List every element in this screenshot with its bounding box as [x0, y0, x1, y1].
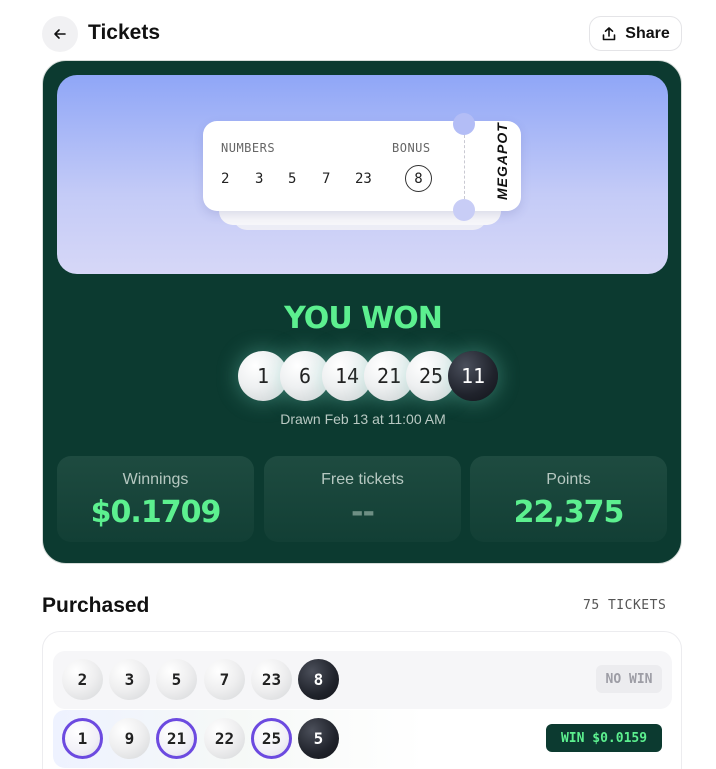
drawn-numbers: 1 6 14 21 25 11 [238, 351, 498, 401]
page-title: Tickets [88, 21, 160, 44]
stat-points: Points 22,375 [470, 456, 667, 542]
ticket-hero: NUMBERS BONUS 2 3 5 7 23 8 MEGAPOT [57, 75, 668, 274]
win-summary-card: NUMBERS BONUS 2 3 5 7 23 8 MEGAPOT YOU W… [42, 60, 682, 564]
ticket-ball: 5 [156, 659, 197, 700]
drawn-bonus-ball: 11 [448, 351, 498, 401]
ticket-ball: 7 [204, 659, 245, 700]
stat-value: 22,375 [513, 495, 625, 530]
purchased-tickets-list: 2 3 5 7 23 8 NO WIN 1 9 21 22 25 5 WIN $… [42, 631, 682, 769]
share-icon [602, 26, 616, 40]
ticket-bonus-ball: 5 [298, 718, 339, 759]
ticket-ball: 9 [109, 718, 150, 759]
ticket-notch [453, 113, 475, 135]
ticket-number: 23 [355, 171, 372, 187]
megapot-logo: MEGAPOT [494, 122, 510, 200]
draw-date: Drawn Feb 13 at 11:00 AM [280, 411, 446, 427]
stat-winnings: Winnings $0.1709 [57, 456, 254, 542]
ticket-number: 5 [288, 171, 297, 187]
stat-value: $0.1709 [90, 495, 222, 530]
ticket-row[interactable]: 2 3 5 7 23 8 NO WIN [53, 651, 672, 709]
hero-ticket: NUMBERS BONUS 2 3 5 7 23 8 MEGAPOT [203, 113, 521, 221]
ticket-ball: 23 [251, 659, 292, 700]
ticket-ball-matched: 25 [251, 718, 292, 759]
ticket-ball: 22 [204, 718, 245, 759]
arrow-left-icon [54, 29, 66, 39]
stat-value: -- [351, 495, 375, 530]
ticket-bonus-number: 8 [405, 165, 432, 192]
share-label: Share [625, 24, 670, 42]
ticket-number: 2 [221, 171, 230, 187]
numbers-label: NUMBERS [221, 141, 276, 155]
ticket-ball-matched: 21 [156, 718, 197, 759]
stat-label: Points [546, 471, 591, 488]
you-won-headline: YOU WON [284, 301, 443, 336]
purchased-heading: Purchased [42, 594, 150, 617]
ticket-ball: 3 [109, 659, 150, 700]
ticket-ball-matched: 1 [62, 718, 103, 759]
ticket-bonus-ball: 8 [298, 659, 339, 700]
stat-label: Free tickets [321, 471, 404, 488]
ticket-number: 3 [255, 171, 264, 187]
back-button[interactable] [42, 16, 78, 52]
bonus-label: BONUS [392, 141, 431, 155]
stat-free-tickets: Free tickets -- [264, 456, 461, 542]
win-badge: WIN $0.0159 [546, 724, 662, 752]
ticket-ball: 2 [62, 659, 103, 700]
ticket-perforation [464, 135, 465, 199]
no-win-badge: NO WIN [596, 665, 662, 693]
ticket-row[interactable]: 1 9 21 22 25 5 WIN $0.0159 [53, 710, 672, 768]
ticket-number: 7 [322, 171, 331, 187]
share-button[interactable]: Share [589, 16, 682, 51]
page-header: Tickets Share [42, 16, 682, 52]
ticket-notch [453, 199, 475, 221]
stat-label: Winnings [122, 471, 189, 488]
ticket-count: 75 TICKETS [583, 598, 667, 613]
